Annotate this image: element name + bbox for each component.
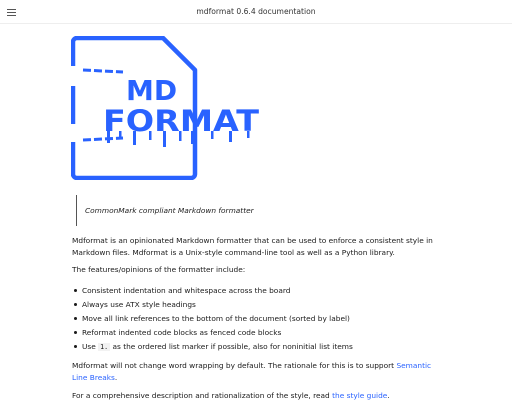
list-item: Use 1. as the ordered list marker if pos… bbox=[72, 340, 442, 354]
intro-paragraph: Mdformat is an opinionated Markdown form… bbox=[72, 236, 433, 257]
mdformat-logo: MD FORMAT bbox=[71, 36, 259, 180]
logo-text-md: MD bbox=[126, 74, 177, 107]
style-end: . bbox=[387, 391, 390, 400]
features-intro: The features/opinions of the formatter i… bbox=[72, 265, 246, 274]
style-text: For a comprehensive description and rati… bbox=[72, 391, 330, 400]
wrapping-text: Mdformat will not change word wrapping b… bbox=[72, 361, 395, 370]
list-item: Consistent indentation and whitespace ac… bbox=[72, 284, 442, 298]
top-bar: mdformat 0.6.4 documentation bbox=[0, 0, 512, 24]
page-title: mdformat 0.6.4 documentation bbox=[196, 7, 316, 16]
tagline-quote: CommonMark compliant Markdown formatter bbox=[76, 195, 254, 226]
tagline-text: CommonMark compliant Markdown formatter bbox=[85, 206, 254, 215]
features-list: Consistent indentation and whitespace ac… bbox=[72, 284, 442, 354]
list-item: Reformat indented code blocks as fenced … bbox=[72, 326, 442, 340]
list-item-suffix: as the ordered list marker if possible, … bbox=[112, 342, 353, 351]
list-item-prefix: Use bbox=[82, 342, 96, 351]
style-guide-link[interactable]: the style guide bbox=[332, 391, 387, 400]
list-item: Always use ATX style headings bbox=[72, 298, 442, 312]
wrapping-end: . bbox=[114, 373, 118, 382]
wrapping-paragraph: Mdformat will not change word wrapping b… bbox=[72, 360, 442, 384]
list-item: Move all link references to the bottom o… bbox=[72, 312, 442, 326]
style-paragraph: For a comprehensive description and rati… bbox=[72, 390, 442, 400]
inline-code: 1. bbox=[98, 343, 111, 351]
